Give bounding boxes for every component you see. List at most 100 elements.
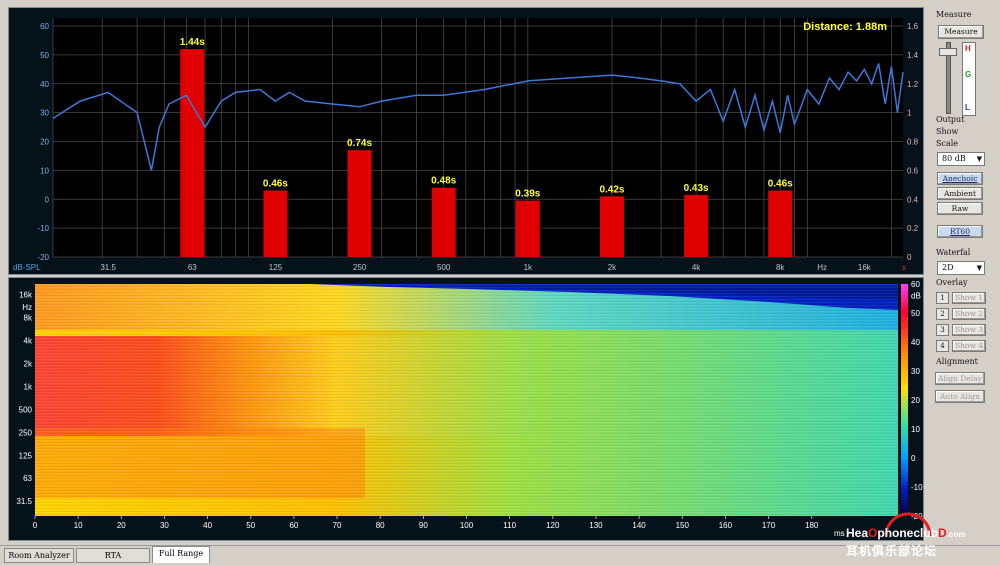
waterfall-time-label: 150 [676,521,690,530]
waterfall-time-label: 180 [805,521,819,530]
scale-select-value: 80 dB [942,154,966,163]
rt60-plot-panel: 60 50 40 30 20 10 0 -10 -20 1.6 1.4 1.2 1 0.8 0.6 0.4 0… [8,7,924,275]
rt60-bar-2k [599,196,624,257]
color-scale-label: dB [911,292,921,301]
right-tick-label: 1.6 [907,22,919,31]
right-tick-label: 1.2 [907,80,919,89]
waterfall-time-label: 20 [117,521,126,530]
scale-select[interactable]: 80 dB ▼ [937,152,985,166]
rt60-bar-250 [347,150,372,257]
measure-section-label: Measure [936,10,972,19]
show-3-button[interactable]: Show 3 [952,324,986,336]
frequency-tick-label: 250 [353,263,367,272]
rt60-button[interactable]: RT60 [937,225,983,238]
waterfall-time-label: 30 [160,521,169,530]
alignment-label: Alignment [936,357,978,366]
rt60-bar-label-2k: 0.42s [599,184,624,195]
tab-full-range[interactable]: Full Range [152,546,210,563]
frequency-tick-label: 125 [269,263,283,272]
waterfall-time-label: 10 [74,521,83,530]
waterfall-freq-label: 8k [24,314,33,323]
waterfall-time-label: 170 [762,521,776,530]
rt60-chart: 60 50 40 30 20 10 0 -10 -20 1.6 1.4 1.2 1 0.8 0.6 0.4 0… [13,18,919,272]
rt60-bar-8k [768,190,793,257]
color-scale-label: 40 [911,338,920,347]
frequency-tick-label: 4k [692,263,701,272]
color-scale-ticks: 60dB50403020100-10-20 [911,280,923,521]
rt60-bar-1k [515,200,540,257]
rt60-bar-label-4k: 0.43s [684,183,709,194]
color-scale-label: 20 [911,396,920,405]
rt60-bar-label-8k: 0.46s [768,179,793,190]
left-tick-label: 0 [45,195,50,204]
rt60-bar-label-250: 0.74s [347,138,372,149]
color-scale-bar [901,284,908,516]
waterfall-time-ticks: 0 10 20 30 40 50 60 70 80 90 100 110 120 130 140 150 160… [33,516,819,530]
overlay-label: Overlay [936,278,968,287]
raw-button[interactable]: Raw [937,202,983,215]
waterfall-chart: 16kHz8k4k2k1k5002501256331.5 0 10 20 30 40 50… [16,280,923,538]
meter-low-letter: L [965,103,970,112]
waterfall-freq-label: 500 [19,405,33,414]
waterfall-label: Waterfal [936,248,971,257]
color-scale-label: 0 [911,454,916,463]
left-tick-label: 50 [40,51,49,60]
right-tick-label: 0.6 [907,166,919,175]
anechoic-button[interactable]: Anechoic [937,172,983,185]
waterfall-time-label: 110 [503,521,516,530]
waterfall-freq-label: 31.5 [16,497,32,506]
left-tick-label: 20 [40,138,49,147]
show-2-button[interactable]: Show 2 [952,308,986,320]
chevron-down-icon: ▼ [976,264,982,272]
waterfall-time-label: 90 [419,521,428,530]
slider-thumb[interactable] [939,48,957,56]
frequency-tick-label: 31.5 [100,263,116,272]
tab-room-analyzer[interactable]: Room Analyzer [4,548,74,563]
ambient-button[interactable]: Ambient [937,187,983,200]
rt60-bar-label-63: 1.44s [180,37,205,48]
waterfall-frequency-ticks: 16k Hz 8k 4k 2k 1k 500 250 125 63 31.5 [16,291,33,506]
measure-button[interactable]: Measure [938,25,984,39]
left-tick-label: 10 [40,166,49,175]
show-4-button[interactable]: Show 4 [952,340,986,352]
rt60-bar-63 [180,49,205,257]
left-axis-ticks: 60 50 40 30 20 10 0 -10 -20 [37,22,49,262]
waterfall-select[interactable]: 2D ▼ [937,261,985,275]
waterfall-time-label: 160 [719,521,733,530]
right-axis-ticks: 1.6 1.4 1.2 1 0.8 0.6 0.4 0.2 0 [907,22,919,262]
left-tick-label: -10 [37,224,49,233]
waterfall-time-label: 0 [33,521,38,530]
align-delay-button[interactable]: Align Delay [935,372,985,385]
rt60-bar-4k [684,194,709,257]
watermark-o: O [868,526,878,540]
overlay-3-number[interactable]: 3 [936,324,949,336]
tab-rta[interactable]: RTA [76,548,150,563]
output-slider[interactable] [937,42,959,114]
auto-align-button[interactable]: Auto Align [935,390,985,403]
level-meter: H G L [962,42,976,116]
left-tick-label: 60 [40,22,49,31]
frequency-tick-label: 16k [858,263,872,272]
waterfall-plot-panel: 16k Hz 8k 4k 2k 1k 500 250 125 63 31.5 0 10 20 30 40 50… [8,277,924,541]
waterfall-select-value: 2D [942,263,954,272]
spectrogram-texture [35,284,898,516]
frequency-tick-label: 1k [524,263,533,272]
control-panel: Measure Measure H G L Output Show Scale … [928,0,1000,545]
color-scale-label: 60 [911,280,920,289]
waterfall-time-label: 40 [203,521,212,530]
right-tick-label: 1 [907,109,912,118]
waterfall-time-label: 80 [376,521,385,530]
frequency-tick-label: 63 [188,263,197,272]
overlay-2-number[interactable]: 2 [936,308,949,320]
waterfall-freq-label: 63 [23,474,32,483]
distance-label: Distance: 1.88m [803,21,887,33]
frequency-axis-ticks: 31.5 63 125 250 500 1k 2k 4k 8k Hz 16k [100,263,871,272]
color-scale-label: -10 [911,483,923,492]
overlay-4-number[interactable]: 4 [936,340,949,352]
waterfall-time-label: 100 [460,521,474,530]
overlay-1-number[interactable]: 1 [936,292,949,304]
frequency-tick-label: Hz [817,263,827,272]
frequency-tick-label: 8k [776,263,785,272]
show-1-button[interactable]: Show 1 [952,292,986,304]
waterfall-freq-label: 4k [24,336,33,345]
